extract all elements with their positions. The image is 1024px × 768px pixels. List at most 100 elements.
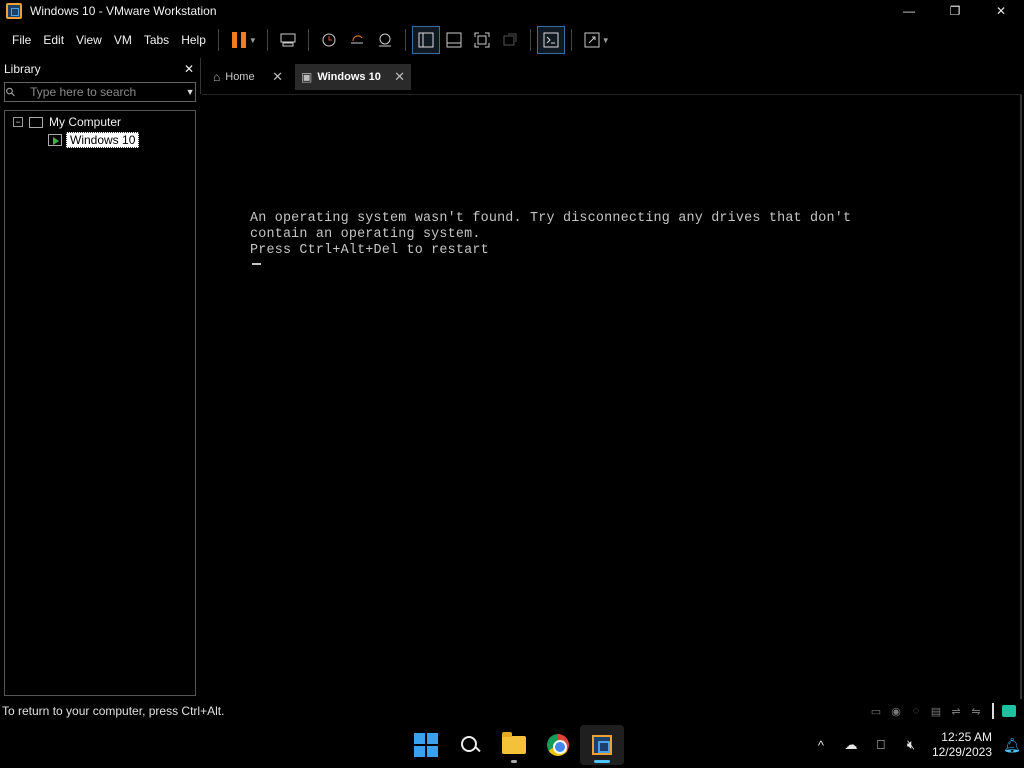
boot-line-2: contain an operating system. — [250, 227, 481, 242]
keyboard-icon — [280, 33, 296, 47]
snapshot-icon — [322, 33, 336, 47]
windows-logo-icon — [414, 733, 438, 757]
onedrive-icon[interactable]: ☁ — [836, 730, 866, 760]
start-button[interactable] — [404, 725, 448, 765]
status-text: To return to your computer, press Ctrl+A… — [2, 704, 225, 718]
search-button[interactable] — [448, 725, 492, 765]
boot-error-message: An operating system wasn't found. Try di… — [250, 211, 851, 259]
tree-item-label: Windows 10 — [66, 132, 140, 148]
library-title: Library — [4, 62, 41, 76]
show-library-button[interactable] — [411, 26, 440, 54]
cd-dvd-icon[interactable]: ◉ — [888, 703, 904, 719]
text-cursor — [252, 263, 261, 265]
tab-home[interactable]: ⌂ Home ✕ — [207, 64, 289, 90]
menu-toolbar: File Edit View VM Tabs Help ▼ ▼ — [0, 22, 1024, 58]
library-pane: Library ✕ ⚲ ▼ − My Computer Windows 10 — [0, 58, 200, 700]
tab-close-icon[interactable]: ✕ — [272, 69, 283, 85]
tab-windows-10[interactable]: ▣ Windows 10 ✕ — [295, 64, 411, 90]
stretch-dropdown-icon[interactable]: ▼ — [602, 36, 610, 45]
console-view-button[interactable] — [536, 26, 565, 54]
toolbar-separator — [307, 29, 309, 51]
toolbar-separator — [570, 29, 572, 51]
message-log-icon[interactable] — [1002, 705, 1016, 717]
menu-tabs[interactable]: Tabs — [138, 22, 175, 58]
toolbar-separator — [529, 29, 531, 51]
clock-time: 12:25 AM — [941, 730, 992, 744]
snapshot-manager-button[interactable] — [371, 26, 399, 54]
file-explorer-button[interactable] — [492, 725, 536, 765]
menu-edit[interactable]: Edit — [37, 22, 70, 58]
library-header: Library ✕ — [0, 58, 200, 80]
computer-icon — [29, 116, 43, 128]
running-indicator — [511, 760, 517, 763]
full-screen-icon — [474, 32, 490, 48]
send-ctrl-alt-del-button[interactable] — [274, 26, 302, 54]
save-disk-icon[interactable]: ▤ — [928, 703, 944, 719]
collapse-toggle-icon[interactable]: − — [13, 117, 23, 127]
console-edge — [1020, 95, 1022, 699]
tree-item-windows-10[interactable]: Windows 10 — [5, 131, 195, 149]
boot-line-1: An operating system wasn't found. Try di… — [250, 211, 852, 226]
menu-view[interactable]: View — [70, 22, 108, 58]
tree-item-my-computer[interactable]: − My Computer — [5, 113, 195, 131]
library-search-input[interactable] — [16, 85, 186, 99]
floppy-disk-icon[interactable]: ◌ — [908, 703, 924, 719]
take-snapshot-button[interactable] — [315, 26, 343, 54]
thumbnail-bar-button[interactable] — [440, 26, 468, 54]
library-panel-icon — [418, 32, 434, 48]
toolbar-separator — [404, 29, 406, 51]
hard-disk-icon[interactable]: ▭ — [868, 703, 884, 719]
volume-muted-icon[interactable]: 🔇︎ — [896, 730, 926, 760]
pause-icon — [231, 32, 246, 48]
pause-dropdown-icon[interactable]: ▼ — [249, 36, 257, 45]
library-tree: − My Computer Windows 10 — [4, 110, 196, 696]
revert-snapshot-icon — [350, 35, 363, 44]
stretch-icon — [584, 32, 600, 48]
window-controls: — ❐ ✕ — [886, 0, 1024, 22]
unity-button[interactable] — [496, 26, 524, 54]
tab-label: Windows 10 — [317, 71, 381, 83]
close-button[interactable]: ✕ — [978, 0, 1024, 22]
status-bar: To return to your computer, press Ctrl+A… — [0, 700, 1024, 722]
revert-snapshot-button[interactable] — [343, 26, 371, 54]
window-title: Windows 10 - VMware Workstation — [30, 4, 217, 18]
menu-file[interactable]: File — [0, 22, 37, 58]
chevron-down-icon[interactable]: ▼ — [185, 87, 195, 97]
snapshot-manager-icon — [378, 33, 391, 47]
tab-close-icon[interactable]: ✕ — [394, 69, 405, 85]
system-tray: ^ ☁ ⎕ 🔇︎ 12:25 AM 12/29/2023 🔔︎ — [806, 722, 1024, 768]
show-hidden-icons-button[interactable]: ^ — [806, 730, 836, 760]
minimize-button[interactable]: — — [886, 0, 932, 22]
vmware-app-icon — [6, 3, 22, 19]
network-icon[interactable]: ⇋ — [968, 703, 984, 719]
device-status-icons: ▭ ◉ ◌ ▤ ⇌ ⇋ — [868, 703, 1016, 719]
search-icon — [459, 734, 481, 756]
menu-help[interactable]: Help — [175, 22, 212, 58]
boot-line-3: Press Ctrl+Alt+Del to restart — [250, 243, 489, 258]
active-indicator — [594, 760, 610, 763]
thumbnail-bar-icon — [446, 32, 462, 48]
tree-item-label: My Computer — [49, 115, 122, 129]
tab-strip: ⌂ Home ✕ ▣ Windows 10 ✕ — [200, 58, 1024, 94]
restore-button[interactable]: ❐ — [932, 0, 978, 22]
notifications-bell-icon[interactable]: 🔔︎ — [1000, 737, 1024, 754]
library-close-icon[interactable]: ✕ — [184, 62, 194, 76]
status-separator — [992, 703, 994, 719]
taskbar-apps — [404, 722, 624, 768]
chrome-icon — [547, 734, 569, 756]
vmware-taskbar-button[interactable] — [580, 725, 624, 765]
network-status-icon[interactable]: ⎕ — [866, 730, 896, 760]
console-icon — [543, 32, 559, 48]
windows-taskbar: ^ ☁ ⎕ 🔇︎ 12:25 AM 12/29/2023 🔔︎ — [0, 722, 1024, 768]
title-bar: Windows 10 - VMware Workstation — ❐ ✕ — [0, 0, 1024, 22]
clock-date: 12/29/2023 — [931, 745, 992, 759]
chrome-button[interactable] — [536, 725, 580, 765]
full-screen-button[interactable] — [468, 26, 496, 54]
taskbar-clock[interactable]: 12:25 AM 12/29/2023 — [926, 730, 1000, 760]
vm-console-screen[interactable]: An operating system wasn't found. Try di… — [202, 94, 1022, 699]
tab-label: Home — [225, 71, 255, 83]
usb-icon[interactable]: ⇌ — [948, 703, 964, 719]
menu-vm[interactable]: VM — [108, 22, 138, 58]
vm-running-icon — [48, 134, 62, 146]
folder-icon — [502, 732, 526, 754]
